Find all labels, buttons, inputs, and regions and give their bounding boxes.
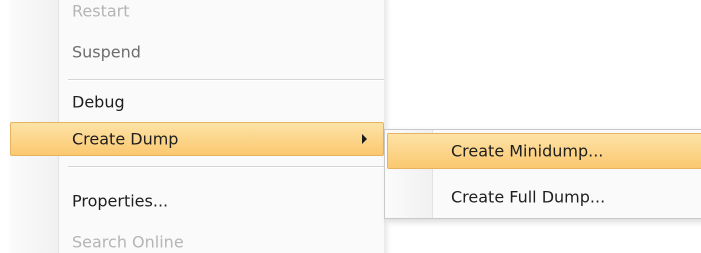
menu-item-create-minidump[interactable]: Create Minidump... — [387, 133, 701, 169]
context-menu: Restart Suspend Debug Create Dump Proper… — [10, 0, 384, 253]
menu-item-create-dump[interactable]: Create Dump — [10, 122, 384, 156]
menu-item-suspend[interactable]: Suspend — [10, 36, 384, 68]
menu-separator — [68, 166, 384, 168]
menu-item-label: Restart — [72, 1, 130, 21]
screen: Restart Suspend Debug Create Dump Proper… — [0, 0, 701, 253]
menu-separator — [68, 79, 384, 81]
menu-item-label: Suspend — [72, 42, 141, 62]
menu-item-create-full-dump[interactable]: Create Full Dump... — [387, 179, 701, 215]
menu-item-label: Create Full Dump... — [451, 187, 606, 207]
menu-item-label: Debug — [72, 92, 125, 112]
menu-item-debug[interactable]: Debug — [10, 86, 384, 118]
menu-item-restart[interactable]: Restart — [10, 0, 384, 27]
menu-item-label: Properties... — [72, 191, 169, 211]
create-dump-submenu: Create Minidump... Create Full Dump... — [384, 129, 701, 219]
menu-item-properties[interactable]: Properties... — [10, 185, 384, 217]
menu-item-label: Create Minidump... — [451, 141, 604, 161]
menu-item-search-online[interactable]: Search Online — [10, 226, 384, 253]
submenu-arrow-icon — [362, 134, 367, 144]
menu-item-label: Search Online — [72, 232, 184, 252]
menu-item-label: Create Dump — [72, 129, 179, 149]
